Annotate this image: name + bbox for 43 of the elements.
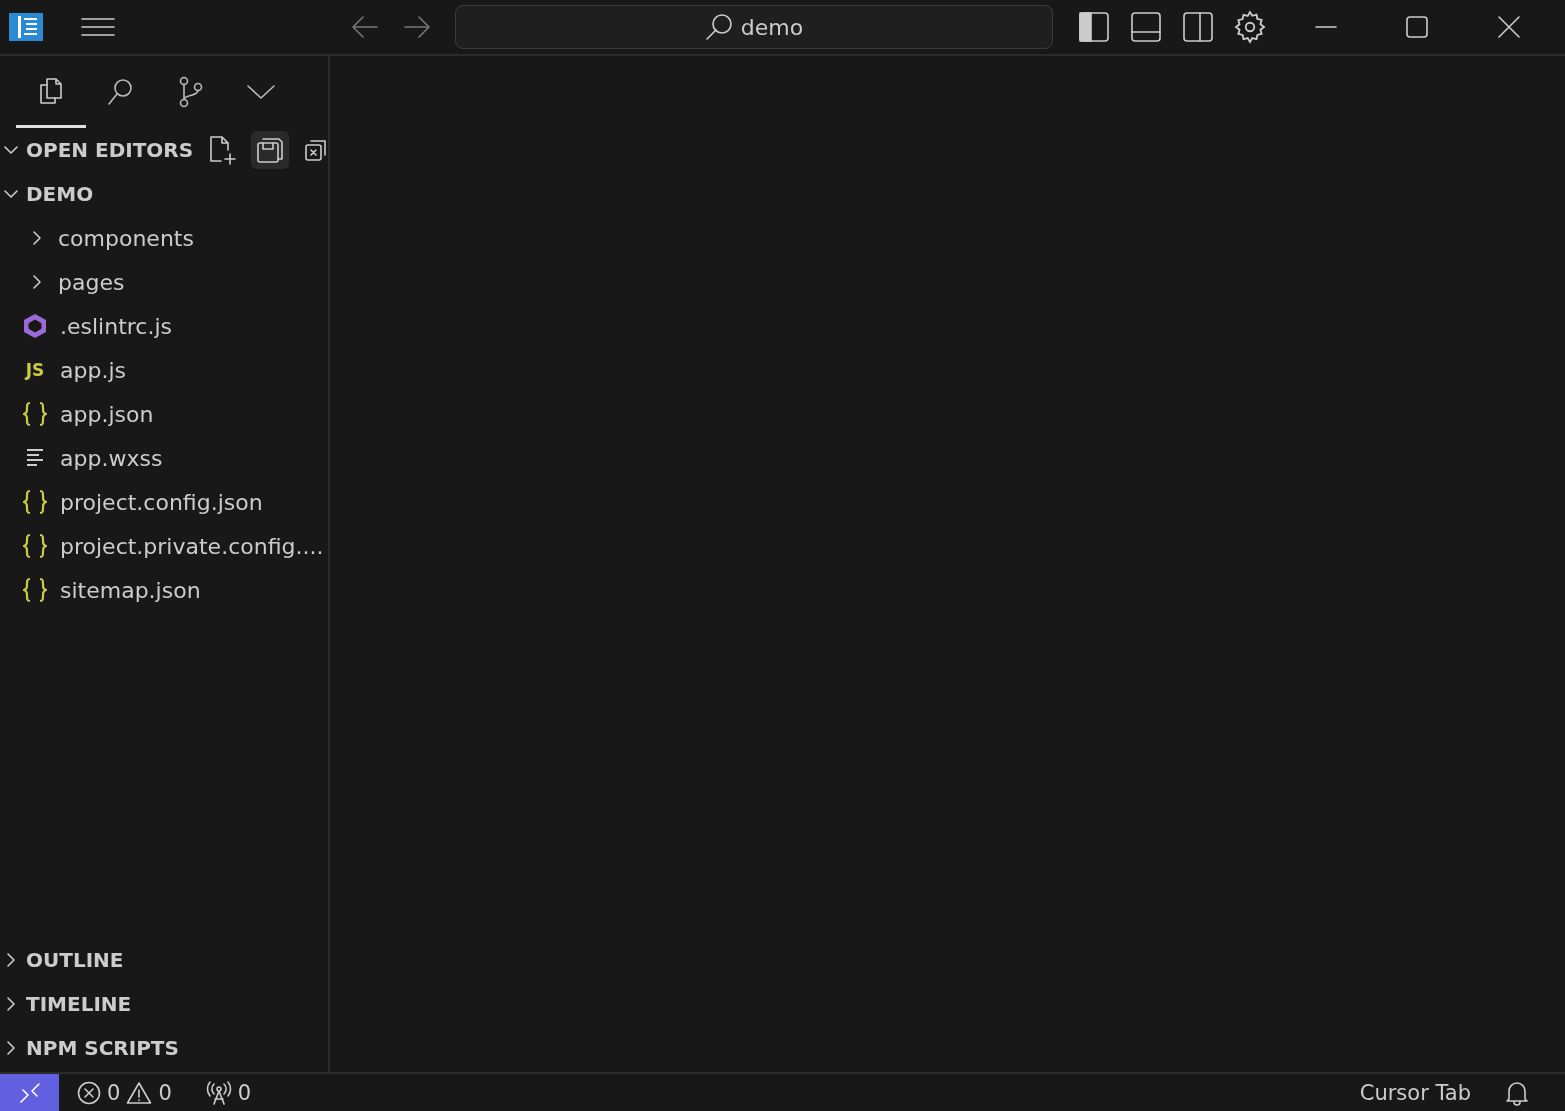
back-arrow-icon[interactable] [351, 15, 379, 39]
search-field[interactable]: demo [455, 5, 1053, 49]
ports-button[interactable]: 0 [205, 1074, 252, 1111]
minimize-icon[interactable] [1315, 25, 1337, 29]
hexagon-icon [22, 313, 48, 339]
file-item[interactable]: project.config.json [0, 480, 263, 524]
save-all-icon[interactable] [251, 131, 290, 169]
menu-icon[interactable] [81, 17, 115, 37]
forward-arrow-icon[interactable] [403, 15, 431, 39]
problems-button[interactable]: 0 0 [77, 1074, 172, 1111]
toggle-sidebar-icon[interactable] [1079, 12, 1109, 42]
app-logo-icon [9, 13, 43, 41]
remote-icon [18, 1081, 41, 1104]
toggle-panel-icon[interactable] [1131, 12, 1161, 42]
braces-icon [23, 577, 47, 603]
folder-item[interactable]: pages [0, 260, 125, 304]
file-item[interactable]: .eslintrc.js [0, 304, 172, 348]
braces-icon [23, 401, 47, 427]
js-icon: JS [25, 360, 45, 380]
file-item[interactable]: JS app.js [0, 348, 126, 392]
section-header[interactable]: OPEN EDITORS [0, 128, 200, 172]
split-layout-icon[interactable] [1183, 12, 1213, 42]
remote-button[interactable] [0, 1074, 59, 1111]
file-item[interactable]: app.wxss [0, 436, 163, 480]
close-icon[interactable] [1498, 16, 1520, 38]
search-icon [704, 13, 733, 41]
text-lines-icon [25, 448, 45, 468]
file-item[interactable]: sitemap.json [0, 568, 201, 612]
warning-icon [126, 1080, 153, 1105]
section-header[interactable]: OUTLINE [0, 938, 130, 982]
section-header[interactable]: DEMO [0, 172, 100, 216]
braces-icon [23, 489, 47, 515]
broadcast-icon [205, 1080, 232, 1105]
maximize-icon[interactable] [1406, 16, 1428, 38]
error-icon [77, 1080, 101, 1105]
section-header[interactable]: NPM SCRIPTS [0, 1026, 185, 1070]
settings-icon[interactable] [1233, 10, 1267, 44]
file-item[interactable]: app.json [0, 392, 154, 436]
cursor-tab-button[interactable]: Cursor Tab [1359, 1074, 1471, 1111]
section-header[interactable]: TIMELINE [0, 982, 138, 1026]
braces-icon [23, 533, 47, 559]
file-item[interactable]: project.private.config.... [0, 524, 324, 568]
folder-item[interactable]: components [0, 216, 194, 260]
